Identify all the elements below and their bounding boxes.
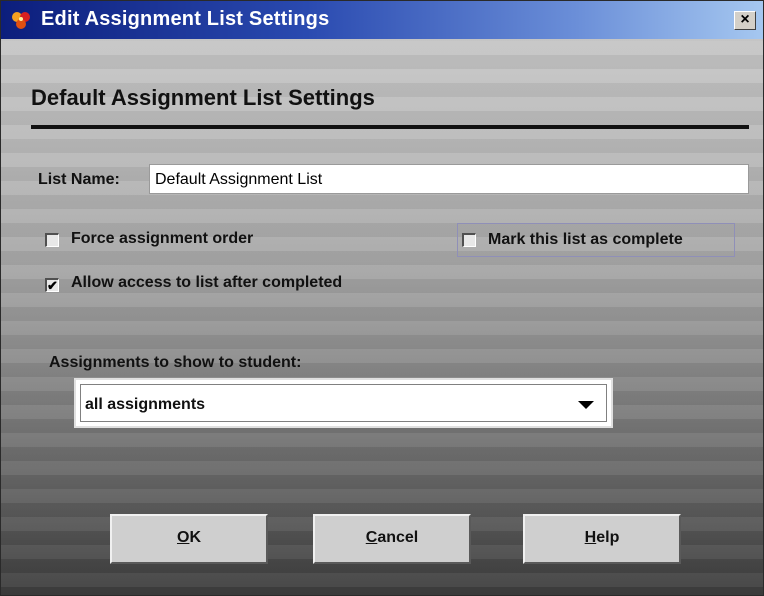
window-title: Edit Assignment List Settings [41,8,330,30]
allow-access-label: Allow access to list after completed [71,274,343,291]
page-title: Default Assignment List Settings [31,85,375,110]
cancel-mnemonic: C [365,529,378,546]
assignments-dropdown[interactable]: all assignments [74,378,613,428]
close-icon: × [740,11,750,28]
mark-complete-checkbox[interactable] [462,233,476,247]
heading-divider [31,125,749,129]
dropdown-field: all assignments [80,384,607,422]
checkmark-icon: ✔ [47,278,58,293]
allow-access-checkbox[interactable]: ✔ [45,278,59,292]
mark-complete-label: Mark this list as complete [488,231,683,248]
cancel-label-rest: ancel [377,529,419,546]
list-name-label: List Name: [38,171,120,188]
cancel-button[interactable]: Cancel [313,514,471,564]
help-mnemonic: H [584,529,597,546]
force-order-checkbox[interactable] [45,233,59,247]
help-label-rest: elp [596,529,620,546]
chevron-down-icon[interactable] [578,401,594,409]
mark-complete-option[interactable]: Mark this list as complete [457,223,735,257]
ok-button[interactable]: OK [110,514,268,564]
close-button[interactable]: × [734,11,756,30]
ok-mnemonic: O [176,529,190,546]
dialog-window: Edit Assignment List Settings × Default … [0,0,764,596]
dropdown-selected-value: all assignments [85,396,206,413]
assignments-label: Assignments to show to student: [49,354,302,371]
app-logo-icon [12,12,30,29]
list-name-input[interactable]: Default Assignment List [149,164,749,194]
force-order-label: Force assignment order [71,230,254,247]
ok-label-rest: K [189,529,201,546]
title-bar[interactable]: Edit Assignment List Settings × [1,1,763,39]
help-button[interactable]: Help [523,514,681,564]
